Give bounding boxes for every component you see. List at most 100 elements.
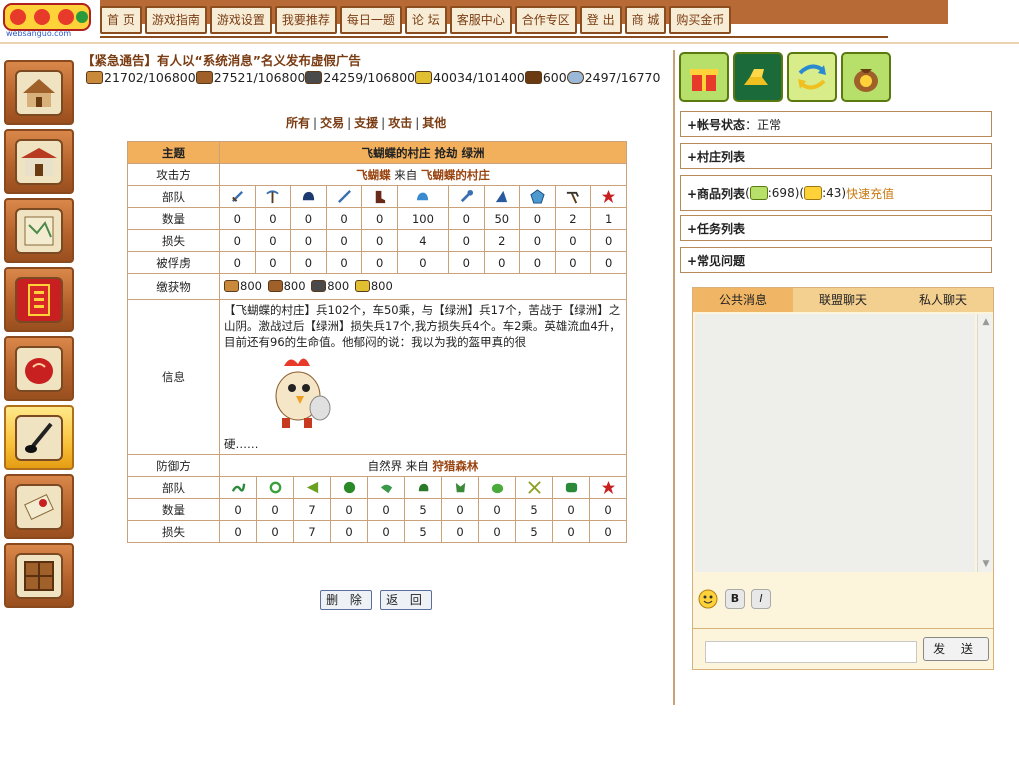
game-logo[interactable]: websanguo.com (2, 2, 94, 40)
goods-list-panel[interactable]: +商品列表 (:698)(:43) 快速充值 (680, 175, 992, 211)
filter-attack[interactable]: 攻击 (388, 116, 412, 130)
sidebar-messages-button[interactable] (4, 405, 74, 470)
attack-report-table: 主题 飞蝴蝶的村庄 抢劫 绿洲 攻击方 飞蝴蝶 来自 飞蝴蝶的村庄 部队 数量 … (127, 141, 627, 455)
pickaxe-icon (266, 190, 280, 204)
nav-shop[interactable]: 商 城 (624, 6, 667, 34)
reward-bag-button[interactable] (841, 52, 891, 102)
task-list-panel[interactable]: +任务列表 (680, 215, 992, 241)
loss-cell: 4 (396, 229, 449, 252)
sidebar-village-button[interactable] (4, 60, 74, 125)
village-list-panel[interactable]: +村庄列表 (680, 143, 992, 169)
info-tail-text: 硬…… (224, 437, 259, 451)
attacker-loss-row: 损失 0 0 0 0 0 4 0 2 0 0 0 (127, 229, 627, 252)
count-cell: 5 (404, 498, 442, 521)
filter-trade[interactable]: 交易 (320, 116, 344, 130)
defender-label: 防御方 (127, 454, 220, 477)
sidebar-ranking-button[interactable] (4, 267, 74, 332)
chat-input[interactable] (705, 641, 917, 663)
reward-bag-icon (854, 69, 878, 92)
bold-button[interactable]: B (725, 589, 745, 609)
boot-icon (375, 190, 386, 204)
gold-ingot-icon (804, 186, 823, 200)
horse-helmet-icon (417, 192, 429, 201)
loss-cell: 0 (441, 520, 479, 543)
resource-bar: 21702/106800 27521/106800 24259/106800 4… (86, 70, 660, 85)
nav-settings[interactable]: 游戏设置 (209, 6, 272, 34)
loss-cell: 0 (256, 520, 294, 543)
attacker-captured-row: 被俘虏 0 0 0 0 0 0 0 0 0 0 0 (127, 251, 627, 274)
nav-recommend[interactable]: 我要推荐 (274, 6, 337, 34)
italic-button[interactable]: I (751, 589, 771, 609)
nav-forum[interactable]: 论 坛 (404, 6, 447, 34)
defender-count-row: 数量 0 0 7 0 0 5 0 0 5 0 0 (127, 498, 627, 521)
attacker-label: 攻击方 (127, 163, 220, 186)
account-status-panel[interactable]: +帐号状态 ：正常 (680, 111, 992, 137)
delete-button[interactable]: 删 除 (320, 590, 372, 610)
spear-icon (337, 190, 351, 203)
loss-cell: 0 (447, 229, 485, 252)
nav-partners[interactable]: 合作专区 (514, 6, 577, 34)
back-button[interactable]: 返 回 (380, 590, 432, 610)
nav-logout[interactable]: 登 出 (579, 6, 622, 34)
account-status-value: ：正常 (745, 117, 782, 132)
attacker-village-link[interactable]: 飞蝴蝶的村庄 (421, 168, 490, 182)
loot-grain-value: 800 (370, 278, 393, 293)
unit-cell (330, 476, 368, 499)
attacker-player-link[interactable]: 飞蝴蝶 (356, 168, 391, 182)
count-cell: 0 (361, 207, 398, 230)
ring-icon (269, 481, 281, 494)
tab-private-chat[interactable]: 私人聊天 (893, 288, 993, 312)
tab-public-messages[interactable]: 公共消息 (693, 288, 793, 312)
captured-label: 被俘虏 (127, 251, 220, 274)
count-cell: 0 (330, 498, 368, 521)
smiley-icon[interactable] (697, 588, 719, 610)
nav-home[interactable]: 首 页 (100, 6, 142, 34)
chat-format-toolbar: B I (697, 588, 771, 610)
defender-place-link[interactable]: 狩猎森林 (432, 459, 478, 473)
sidebar-city-button[interactable] (4, 129, 74, 194)
gift-box-button[interactable] (679, 52, 729, 102)
sidebar-map-button[interactable] (4, 198, 74, 263)
loss-cell: 0 (478, 520, 516, 543)
sidebar-storage-button[interactable] (4, 543, 74, 608)
quick-icon-bar (679, 52, 891, 102)
count-cell: 0 (219, 498, 257, 521)
scroll-up-icon[interactable]: ▲ (978, 314, 994, 330)
unit-cell (361, 185, 398, 208)
attacker-info: 飞蝴蝶 来自 飞蝴蝶的村庄 (219, 163, 627, 186)
filter-all[interactable]: 所有 (286, 116, 310, 130)
loss-cell: 5 (404, 520, 442, 543)
units-label: 部队 (127, 476, 220, 499)
clay-icon (267, 279, 283, 292)
nav-guide[interactable]: 游戏指南 (144, 6, 207, 34)
resource-population: 2497/16770 (566, 70, 660, 85)
quick-recharge-link[interactable]: 快速充值 (846, 185, 894, 202)
faq-panel[interactable]: +常见问题 (680, 247, 992, 273)
resource-grain-value: 40034/101400 (433, 70, 525, 85)
loss-label: 损失 (127, 229, 220, 252)
urgent-notice-link[interactable]: 【紧急通告】有人以“系统消息”名义发布虚假广告 (82, 50, 361, 69)
tab-alliance-chat[interactable]: 联盟聊天 (793, 288, 893, 312)
nav-customer-service[interactable]: 客服中心 (449, 6, 512, 34)
sidebar-reports-button[interactable] (4, 336, 74, 401)
letter-scroll-icon (15, 483, 63, 530)
send-button[interactable]: 发 送 (923, 637, 989, 661)
scroll-down-icon[interactable]: ▼ (978, 556, 994, 572)
filter-other[interactable]: 其他 (422, 116, 446, 130)
bird-icon (380, 484, 392, 494)
exchange-button[interactable] (787, 52, 837, 102)
filter-support[interactable]: 支援 (354, 116, 378, 130)
chat-scrollbar[interactable]: ▲ ▼ (977, 314, 993, 572)
captured-cell: 0 (554, 251, 592, 274)
gold-bars-button[interactable] (733, 52, 783, 102)
captured-cell: 0 (290, 251, 327, 274)
iron-icon (305, 71, 323, 84)
grain-icon (354, 279, 370, 292)
clay-icon (195, 71, 213, 84)
resource-iron-value: 24259/106800 (323, 70, 416, 85)
nav-buy-gold[interactable]: 购买金币 (669, 6, 732, 34)
nav-daily-question[interactable]: 每日一题 (339, 6, 402, 34)
sidebar-scroll-button[interactable] (4, 474, 74, 539)
report-filter-bar: 所有 | 交易 | 支援 | 攻击 | 其他 (286, 116, 447, 130)
count-cell: 0 (254, 207, 292, 230)
